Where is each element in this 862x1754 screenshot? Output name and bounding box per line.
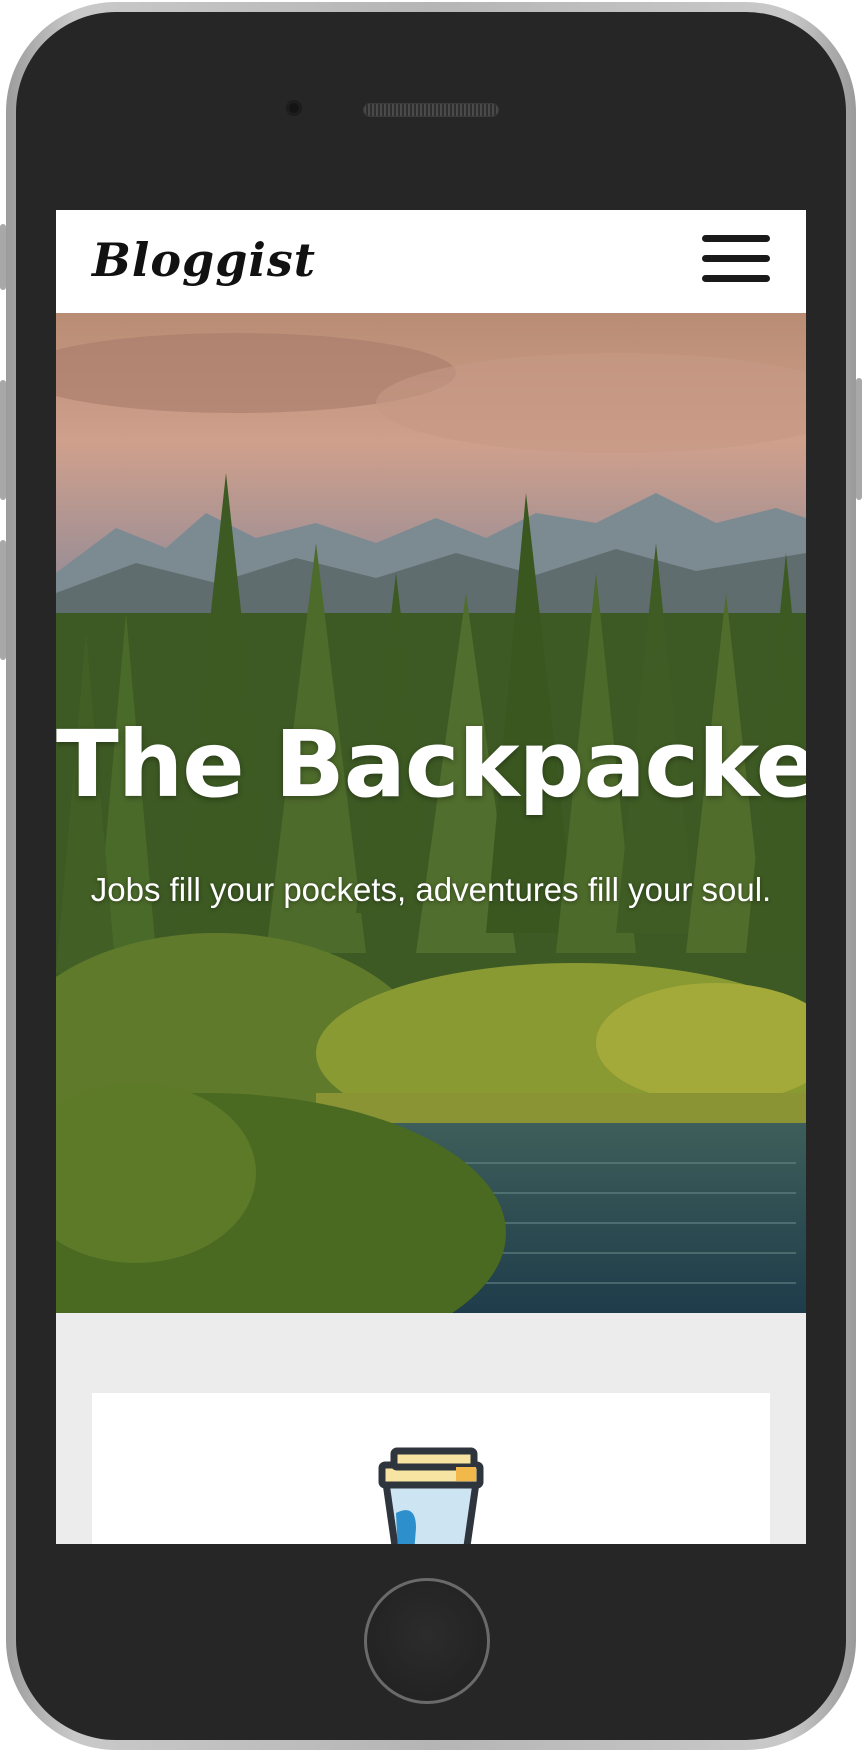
power-button — [856, 378, 862, 500]
home-button[interactable] — [364, 1578, 490, 1704]
content-card — [92, 1393, 770, 1544]
front-camera — [286, 100, 302, 116]
hamburger-bar — [702, 235, 770, 242]
hero-title: The Backpacker — [56, 711, 806, 818]
volume-up-button — [0, 380, 6, 500]
hamburger-bar — [702, 255, 770, 262]
hamburger-menu-icon[interactable] — [702, 234, 772, 284]
earpiece-speaker — [364, 104, 498, 116]
hamburger-bar — [702, 275, 770, 282]
coffee-cup-icon — [378, 1447, 484, 1544]
mute-switch — [0, 224, 6, 290]
hero-banner: The Backpacker Jobs fill your pockets, a… — [56, 313, 806, 1313]
site-logo[interactable]: Bloggist — [92, 224, 316, 296]
phone-screen: Bloggist The Backpacker Jobs fill your p… — [56, 210, 806, 1544]
hero-subtitle: Jobs fill your pockets, adventures fill … — [90, 871, 772, 908]
site-navbar: Bloggist — [56, 210, 806, 313]
volume-down-button — [0, 540, 6, 660]
